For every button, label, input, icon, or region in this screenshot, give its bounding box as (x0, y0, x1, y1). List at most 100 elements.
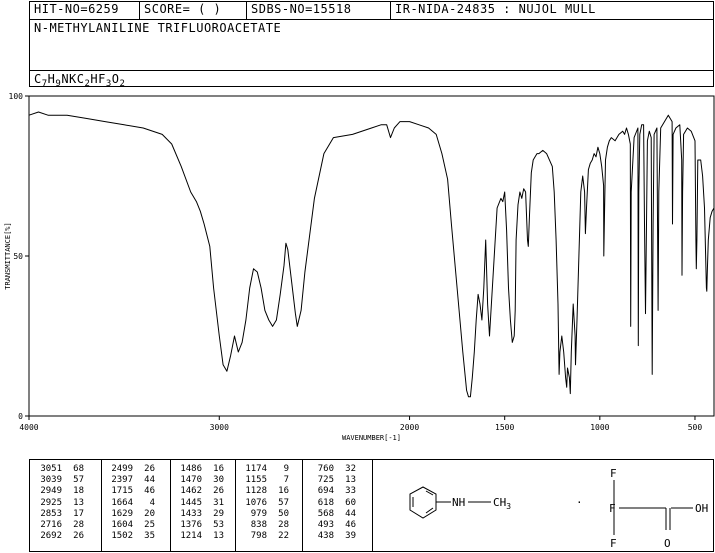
peak-wavenumber: 3051 (40, 464, 62, 474)
peak-transmittance: 20 (144, 508, 155, 519)
fluorine-bottom: F (610, 537, 617, 550)
nh-label: NH (452, 496, 465, 509)
peak-transmittance: 33 (345, 486, 356, 497)
peak-wavenumber: 694 (317, 486, 334, 497)
peak-row: 1376 53 (172, 520, 224, 531)
peak-wavenumber: 438 (317, 531, 334, 542)
peak-transmittance: 30 (213, 475, 224, 486)
peak-wavenumber: 3039 (40, 475, 62, 486)
peak-wavenumber: 493 (317, 520, 334, 531)
peak-row: 1076 57 (237, 498, 289, 509)
header-box: HIT-NO=6259 SCORE= ( ) SDBS-NO=15518 IR-… (29, 1, 714, 89)
fluorine-top: F (610, 467, 617, 480)
peak-wavenumber: 1155 (245, 475, 267, 486)
peak-row: 760 32 (304, 464, 356, 475)
formula-part: NKC (61, 72, 85, 86)
spectrum-line (28, 111, 715, 398)
y-tick-label: 100 (9, 92, 24, 101)
plot-frame (28, 95, 715, 417)
peak-transmittance: 18 (73, 486, 84, 497)
peak-row: 2853 17 (32, 509, 84, 520)
peak-transmittance: 13 (213, 531, 224, 542)
peak-transmittance: 57 (278, 497, 289, 508)
peak-table: 3051 68 3039 57 2949 18 2925 13 2853 17 2716 28 2692… (29, 459, 714, 552)
peak-row: 1604 25 (103, 520, 155, 531)
peak-transmittance: 46 (144, 486, 155, 497)
peak-transmittance: 7 (283, 475, 289, 486)
peak-transmittance: 25 (144, 520, 155, 531)
peak-row: 1433 29 (172, 509, 224, 520)
peak-row: 1486 16 (172, 464, 224, 475)
peak-transmittance: 28 (73, 520, 84, 531)
hit-number: HIT-NO=6259 (34, 2, 119, 16)
peak-transmittance: 22 (278, 531, 289, 542)
peak-row: 1715 46 (103, 486, 155, 497)
peak-row: 1128 16 (237, 486, 289, 497)
peak-row: 618 60 (304, 498, 356, 509)
peak-transmittance: 53 (213, 520, 224, 531)
peak-row: 979 50 (237, 509, 289, 520)
formula-part: O (111, 72, 120, 86)
peak-column: 3051 68 3039 57 2949 18 2925 13 2853 17 2716 28 2692… (32, 464, 84, 542)
sdbs-number: SDBS-NO=15518 (251, 2, 352, 16)
peak-wavenumber: 1462 (180, 486, 202, 497)
peak-row: 838 28 (237, 520, 289, 531)
peak-wavenumber: 1502 (111, 531, 133, 542)
peak-row: 493 46 (304, 520, 356, 531)
peak-transmittance: 35 (144, 531, 155, 542)
peak-wavenumber: 1486 (180, 464, 202, 474)
peak-transmittance: 29 (213, 508, 224, 519)
peak-wavenumber: 1128 (245, 486, 267, 497)
peak-wavenumber: 2853 (40, 508, 62, 519)
peak-row: 3051 68 (32, 464, 84, 475)
peak-row: 1629 20 (103, 509, 155, 520)
y-axis-label: TRANSMITTANCE[%] (4, 222, 12, 289)
peak-column-divider (235, 460, 236, 551)
peak-transmittance: 16 (278, 486, 289, 497)
peak-transmittance: 17 (73, 508, 84, 519)
peak-row: 1470 30 (172, 475, 224, 486)
peak-row: 1664 4 (103, 498, 155, 509)
peak-transmittance: 68 (73, 464, 84, 474)
peak-transmittance: 60 (345, 497, 356, 508)
peak-wavenumber: 2692 (40, 531, 62, 542)
x-tick-label: 3000 (210, 423, 229, 432)
peak-wavenumber: 1470 (180, 475, 202, 486)
benzene-ring (409, 486, 451, 519)
peak-wavenumber: 725 (317, 475, 334, 486)
x-axis-label: WAVENUMBER[-1] (342, 434, 401, 442)
peak-row: 1462 26 (172, 486, 224, 497)
peak-wavenumber: 2499 (111, 464, 133, 474)
peak-column-divider (170, 460, 171, 551)
peak-wavenumber: 568 (317, 508, 334, 519)
peak-transmittance: 32 (345, 464, 356, 474)
y-tick-label: 0 (18, 412, 23, 421)
peak-wavenumber: 838 (250, 520, 267, 531)
score: SCORE= ( ) (144, 2, 222, 16)
peak-row: 2716 28 (32, 520, 84, 531)
ir-info: IR-NIDA-24835 : NUJOL MULL (395, 2, 596, 16)
peak-transmittance: 9 (283, 464, 289, 474)
peak-wavenumber: 1214 (180, 531, 202, 542)
x-tick-label: 2000 (400, 423, 419, 432)
compound-name: N-METHYLANILINE TRIFLUOROACETATE (34, 21, 282, 35)
x-tick-label: 4000 (19, 423, 38, 432)
peak-transmittance: 57 (73, 475, 84, 486)
peak-row: 3039 57 (32, 475, 84, 486)
formula-part: C (34, 72, 42, 86)
peak-row: 1445 31 (172, 498, 224, 509)
peak-row: 1214 13 (172, 531, 224, 542)
peak-wavenumber: 1445 (180, 497, 202, 508)
peak-wavenumber: 1376 (180, 520, 202, 531)
peak-wavenumber: 1715 (111, 486, 133, 497)
peak-row: 438 39 (304, 531, 356, 542)
peak-transmittance: 26 (213, 486, 224, 497)
peak-wavenumber: 2716 (40, 520, 62, 531)
peak-row: 694 33 (304, 486, 356, 497)
peak-wavenumber: 1433 (180, 508, 202, 519)
peak-wavenumber: 1076 (245, 497, 267, 508)
peak-wavenumber: 760 (317, 464, 334, 474)
peak-transmittance: 26 (144, 464, 155, 474)
x-tick-label: 500 (688, 423, 703, 432)
peak-wavenumber: 798 (250, 531, 267, 542)
